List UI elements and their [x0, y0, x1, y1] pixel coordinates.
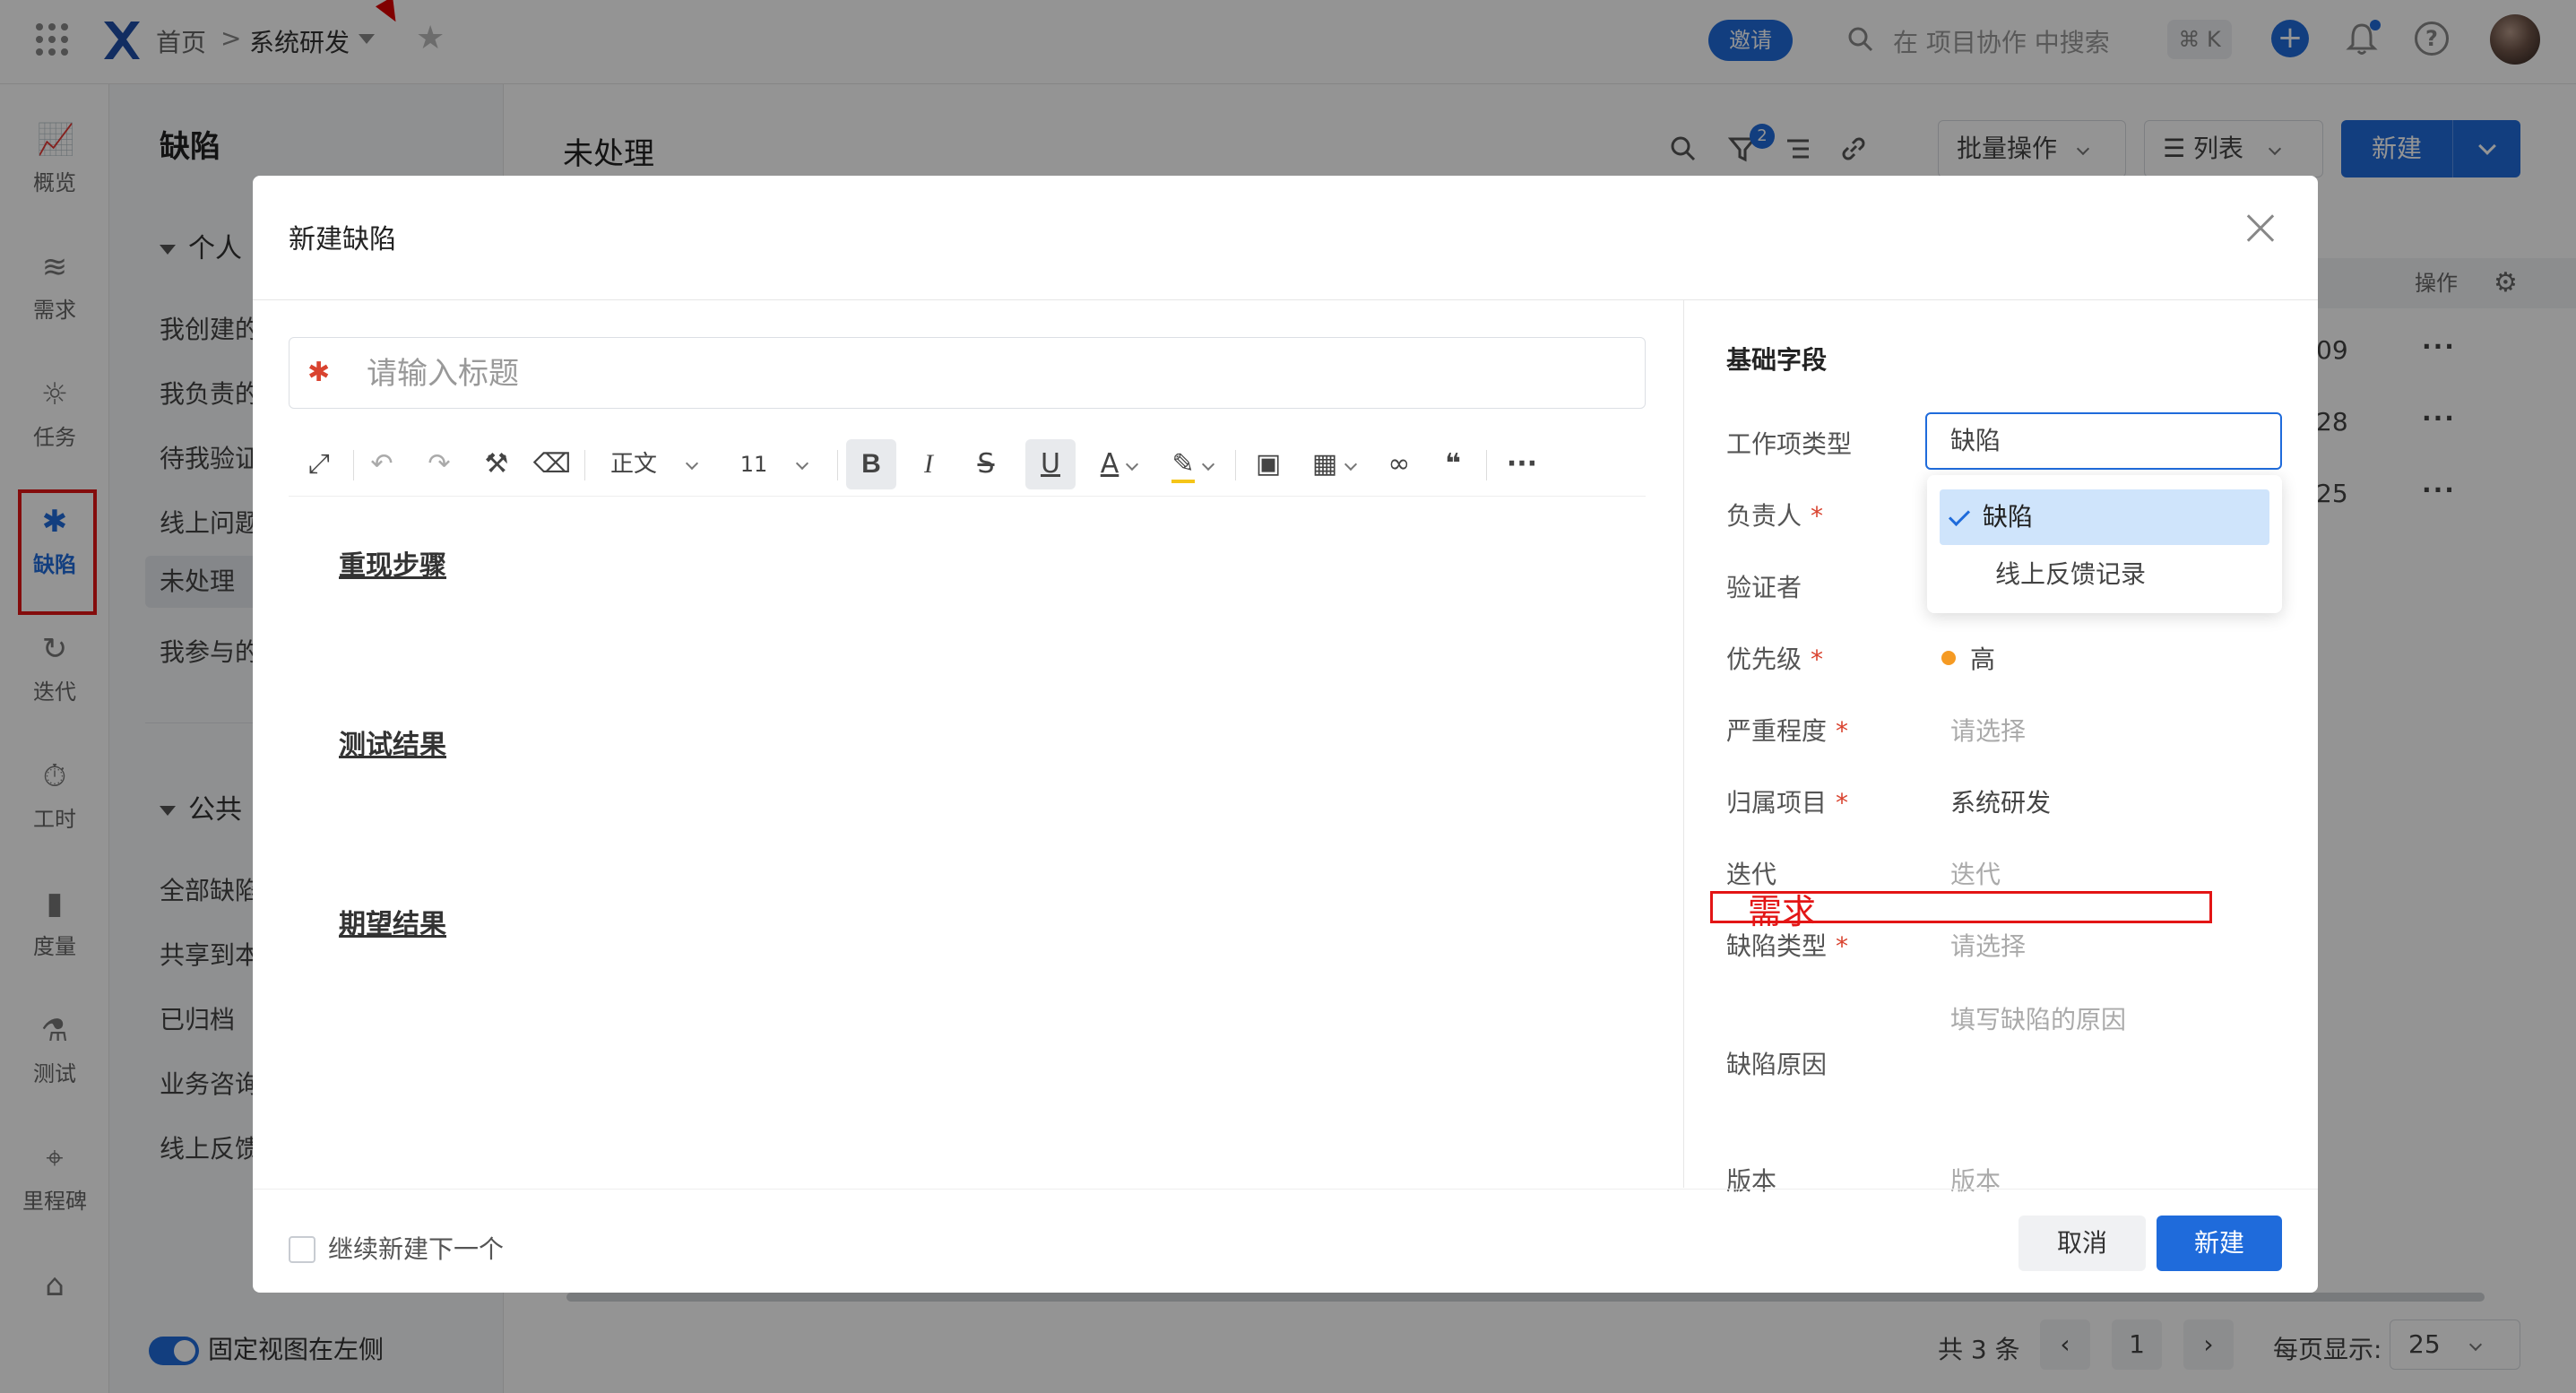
- type-dropdown-menu: 缺陷 线上反馈记录: [1927, 475, 2282, 613]
- work-item-type-select[interactable]: 缺陷: [1925, 412, 2282, 470]
- field-label-priority: 优先级 *: [1726, 645, 1824, 674]
- field-label-project: 归属项目 *: [1726, 788, 1849, 818]
- field-label-cause: 缺陷原因: [1726, 1050, 1828, 1079]
- severity-select[interactable]: 请选择: [1950, 712, 2026, 748]
- annotation-label: 需求: [1748, 892, 1817, 931]
- fields-panel: 基础字段 工作项类型 缺陷 负责人 * 验证者 优先级 * 高 严重程度 * 请选择 …: [253, 176, 2318, 1293]
- checkbox[interactable]: [289, 1236, 316, 1263]
- footer-divider: [253, 1189, 2318, 1190]
- field-label-severity: 严重程度 *: [1726, 716, 1849, 746]
- new-defect-dialog: 新建缺陷 ✱ ⤢ ↶ ↷ ⚒ ⌫ 正文 11 B I S U A ✎ ▣ ▦ ∞…: [253, 176, 2318, 1293]
- defect-type-select[interactable]: 请选择: [1950, 927, 2026, 963]
- priority-select[interactable]: 高: [1941, 640, 1995, 676]
- field-label-defect-type: 缺陷类型 *: [1726, 931, 1849, 961]
- field-label-type: 工作项类型: [1726, 429, 1853, 459]
- version-select[interactable]: 版本: [1950, 1162, 2001, 1198]
- defect-cause-input[interactable]: 填写缺陷的原因: [1950, 1000, 2126, 1036]
- priority-dot: [1941, 651, 1956, 665]
- create-button[interactable]: 新建: [2157, 1216, 2282, 1271]
- fields-title: 基础字段: [1726, 345, 1828, 375]
- field-label-assignee: 负责人 *: [1726, 501, 1824, 531]
- cancel-button[interactable]: 取消: [2018, 1216, 2146, 1271]
- project-select[interactable]: 系统研发: [1950, 783, 2051, 819]
- dropdown-option-defect[interactable]: 缺陷: [1940, 489, 2269, 545]
- iteration-select[interactable]: 迭代: [1950, 855, 2001, 891]
- continue-create-checkbox[interactable]: 继续新建下一个: [289, 1230, 504, 1266]
- check-icon: [1948, 504, 1971, 527]
- dropdown-option-online-feedback[interactable]: 线上反馈记录: [1940, 547, 2269, 602]
- field-label-version: 版本: [1726, 1166, 1777, 1196]
- field-label-verifier: 验证者: [1726, 573, 1802, 602]
